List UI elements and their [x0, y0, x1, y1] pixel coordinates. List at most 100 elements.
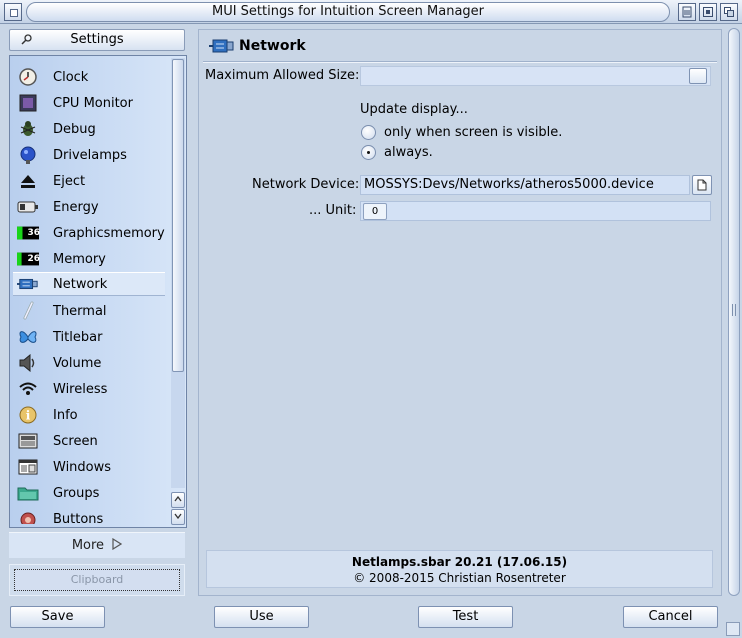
list-item-volume[interactable]: Volume — [13, 351, 165, 375]
list-item-graphicsmemory[interactable]: 36 Graphicsmemory — [13, 221, 165, 245]
list-item-label: Debug — [53, 121, 96, 137]
clipboard-area: Clipboard — [9, 564, 185, 596]
list-item-wireless[interactable]: Wireless — [13, 377, 165, 401]
title-bar[interactable]: MUI Settings for Intuition Screen Manage… — [0, 0, 742, 24]
list-item-thermal[interactable]: Thermal — [13, 299, 165, 323]
list-item-label: Graphicsmemory — [53, 225, 165, 241]
network-device-label: Network Device: — [252, 177, 360, 192]
title-separator — [203, 61, 717, 63]
list-item-screen[interactable]: Screen — [13, 429, 165, 453]
list-item-label: Energy — [53, 199, 99, 215]
settings-category-list[interactable]: Clock CPU Monitor Debug Drivelamps Eject — [9, 55, 187, 528]
list-item-titlebar[interactable]: Titlebar — [13, 325, 165, 349]
info-icon: i — [17, 405, 39, 425]
clock-icon — [17, 67, 39, 87]
about-box: Netlamps.sbar 20.21 (17.06.15) © 2008-20… — [206, 550, 713, 588]
battery-icon — [17, 197, 39, 217]
windows-icon — [17, 457, 39, 477]
about-copyright: © 2008-2015 Christian Rosentreter — [353, 571, 566, 585]
list-item-label: Clock — [53, 69, 89, 85]
buttons-icon — [17, 509, 39, 524]
list-item-label: Memory — [53, 251, 106, 267]
list-item-eject[interactable]: Eject — [13, 169, 165, 193]
memory-badge: 26 — [27, 254, 40, 264]
unit-value[interactable]: 0 — [363, 203, 387, 220]
list-scrollbar-thumb[interactable] — [172, 59, 184, 372]
zoom-icon — [703, 7, 713, 17]
list-item-label: Thermal — [53, 303, 107, 319]
update-display-label: Update display... — [360, 102, 468, 117]
unit-field[interactable] — [360, 201, 711, 221]
max-size-label: Maximum Allowed Size: — [205, 68, 360, 83]
radio-button-selected[interactable] — [361, 144, 376, 160]
scrollbar-grip — [732, 304, 736, 316]
use-button[interactable]: Use — [214, 606, 309, 628]
cpu-monitor-icon — [17, 93, 39, 113]
radio-label: only when screen is visible. — [384, 124, 563, 140]
graphics-memory-icon: 36 — [17, 223, 40, 243]
list-item-groups[interactable]: Groups — [13, 481, 165, 505]
network-icon — [209, 37, 235, 55]
more-button[interactable]: More — [9, 532, 185, 558]
wireless-icon — [17, 379, 39, 399]
save-button[interactable]: Save — [10, 606, 105, 628]
list-item-label: Groups — [53, 485, 100, 501]
search-icon — [20, 30, 34, 53]
scroll-down-button[interactable] — [171, 509, 185, 525]
resize-handle[interactable] — [726, 622, 740, 636]
chevron-up-icon — [174, 495, 182, 502]
chevron-right-icon — [112, 537, 123, 551]
list-scrollbar[interactable] — [171, 58, 185, 525]
network-device-field[interactable]: MOSSYS:Devs/Networks/atheros5000.device — [360, 175, 690, 195]
list-scrollbar-track[interactable] — [171, 58, 185, 488]
settings-panel: Network Maximum Allowed Size: Update dis… — [198, 29, 722, 596]
file-requester-button[interactable] — [692, 175, 712, 195]
depth-button[interactable] — [720, 3, 738, 21]
window-title: MUI Settings for Intuition Screen Manage… — [26, 2, 670, 22]
file-icon — [697, 179, 707, 191]
network-icon — [17, 274, 39, 294]
list-item-label: Info — [53, 407, 78, 423]
radio-only-when-visible[interactable]: only when screen is visible. — [361, 123, 562, 141]
list-item-label: Screen — [53, 433, 98, 449]
list-item-info[interactable]: i Info — [13, 403, 165, 427]
cancel-button[interactable]: Cancel — [623, 606, 718, 628]
list-item-memory[interactable]: 26 Memory — [13, 247, 165, 271]
window-scrollbar[interactable] — [728, 28, 740, 596]
category-list-items: Clock CPU Monitor Debug Drivelamps Eject — [13, 59, 169, 524]
list-item-windows[interactable]: Windows — [13, 455, 165, 479]
list-item-cpu-monitor[interactable]: CPU Monitor — [13, 91, 165, 115]
list-item-label: Wireless — [53, 381, 108, 397]
radio-button[interactable] — [361, 124, 376, 140]
iconify-icon — [682, 6, 692, 18]
list-item-clock[interactable]: Clock — [13, 65, 165, 89]
depth-icon — [724, 7, 734, 17]
list-item-label: Buttons — [53, 511, 104, 525]
radio-label: always. — [384, 144, 433, 160]
max-size-slider[interactable] — [360, 66, 711, 86]
list-item-label: Titlebar — [53, 329, 103, 345]
settings-label: Settings — [70, 32, 124, 47]
list-item-buttons[interactable]: Buttons — [13, 507, 165, 524]
screen-icon — [17, 431, 39, 451]
chevron-down-icon — [174, 513, 182, 520]
eject-icon — [17, 171, 39, 191]
list-item-label: CPU Monitor — [53, 95, 133, 111]
list-item-debug[interactable]: Debug — [13, 117, 165, 141]
bug-icon — [17, 119, 39, 139]
scroll-up-button[interactable] — [171, 492, 185, 508]
settings-button[interactable]: Settings — [9, 29, 185, 51]
list-item-network[interactable]: Network — [13, 272, 165, 296]
list-item-label: Drivelamps — [53, 147, 127, 163]
radio-always[interactable]: always. — [361, 143, 433, 161]
list-item-label: Eject — [53, 173, 86, 189]
test-button[interactable]: Test — [418, 606, 513, 628]
zoom-button[interactable] — [699, 3, 717, 21]
list-item-drivelamps[interactable]: Drivelamps — [13, 143, 165, 167]
close-window-button[interactable] — [4, 3, 22, 21]
clipboard-button[interactable]: Clipboard — [14, 569, 180, 591]
list-item-energy[interactable]: Energy — [13, 195, 165, 219]
memory-icon: 26 — [17, 249, 40, 269]
iconify-button[interactable] — [678, 3, 696, 21]
max-size-slider-knob[interactable] — [689, 68, 707, 84]
